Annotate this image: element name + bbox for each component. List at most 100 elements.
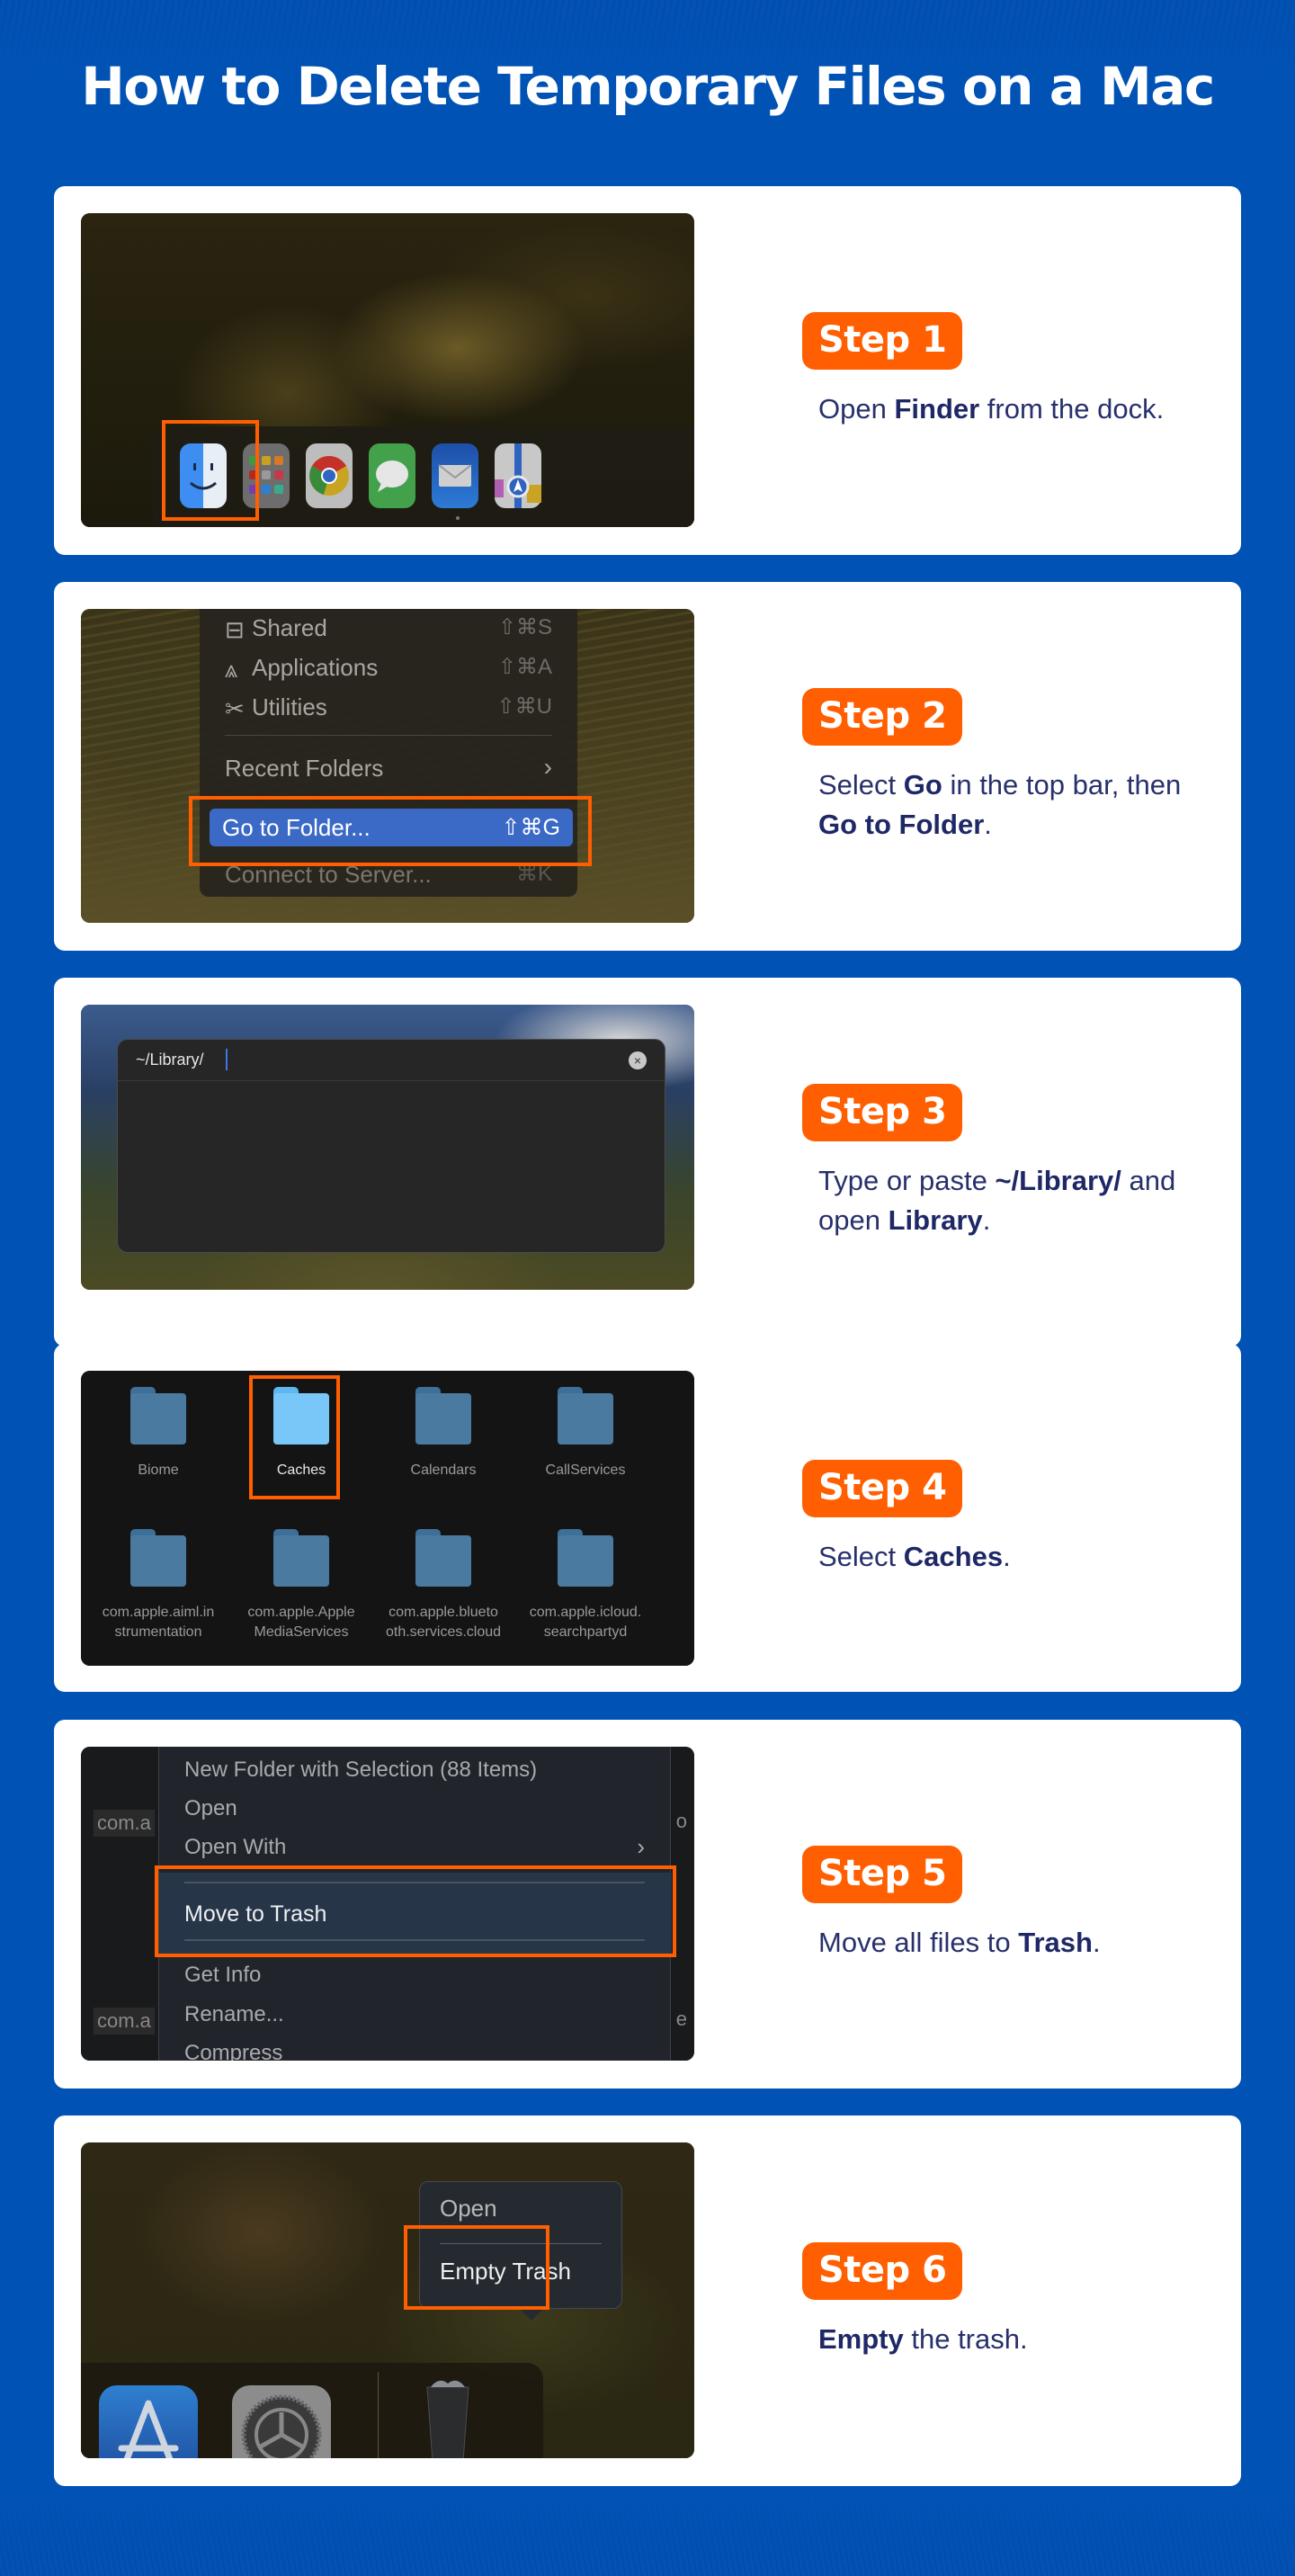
- highlight-box: [155, 1865, 676, 1957]
- trash-icon[interactable]: [425, 2376, 470, 2458]
- dock: [81, 2363, 543, 2458]
- background-texture-bottom: [0, 2495, 1295, 2576]
- popup-pointer: [519, 2308, 544, 2321]
- emphasis-text: Library: [888, 1204, 983, 1236]
- description-text: .: [982, 1204, 991, 1236]
- step-5-info: Step 5 Move all files to Trash.: [748, 1720, 1216, 2089]
- menu-item-rename[interactable]: Rename...: [184, 2002, 284, 2027]
- background-file-label: e: [675, 2008, 687, 2030]
- maps-icon[interactable]: [495, 443, 541, 508]
- description-text: .: [1092, 1927, 1101, 1958]
- step-badge: Step 2: [802, 688, 963, 746]
- menu-item-new-folder-with-selection[interactable]: New Folder with Selection (88 Items): [184, 1758, 537, 1783]
- path-input[interactable]: ~/Library/ ×: [118, 1040, 665, 1081]
- description-text: Select: [818, 769, 904, 801]
- chevron-right-icon: ›: [543, 753, 552, 781]
- description-text: Select: [818, 1540, 904, 1572]
- menu-item-open[interactable]: Open: [184, 1796, 237, 1821]
- emphasis-text: Trash: [1018, 1927, 1093, 1958]
- emphasis-text: Empty: [818, 2323, 904, 2355]
- menu-item-get-info[interactable]: Get Info: [184, 1963, 261, 1988]
- folder-icon[interactable]: [130, 1387, 186, 1445]
- go-to-folder-dialog: ~/Library/ ×: [117, 1039, 665, 1253]
- messages-icon[interactable]: [369, 443, 415, 508]
- emphasis-text: Caches: [903, 1540, 1004, 1572]
- description-text: from the dock.: [979, 393, 1165, 425]
- chevron-right-icon: ›: [637, 1833, 645, 1860]
- folder-label[interactable]: Calendars: [380, 1461, 506, 1480]
- shortcut: ⇧⌘A: [497, 655, 552, 679]
- description-text: the trash.: [903, 2323, 1028, 2355]
- text-cursor: [226, 1049, 228, 1070]
- folder-label[interactable]: com.apple.aiml.in strumentation: [95, 1603, 221, 1642]
- folder-icon[interactable]: [558, 1387, 613, 1445]
- menu-item-open-with[interactable]: Open With: [184, 1835, 286, 1860]
- step-2-info: Step 2 Select Go in the top bar, then Go…: [748, 582, 1216, 951]
- folder-icon[interactable]: [415, 1529, 471, 1587]
- step-description: Select Caches.: [818, 1537, 1216, 1577]
- description-text: in the top bar, then: [942, 769, 1182, 801]
- folder-label[interactable]: com.apple.Apple MediaServices: [238, 1603, 364, 1642]
- step-badge: Step 5: [802, 1846, 963, 1903]
- step-card-5: com.a com.a o e Move to Trash New Folder…: [54, 1720, 1241, 2089]
- background-file-label: com.a: [94, 2008, 155, 2035]
- folder-label[interactable]: com.apple.icloud. searchpartyd: [522, 1603, 648, 1642]
- step-description: Type or paste ~/Library/ and open Librar…: [818, 1161, 1232, 1240]
- description-text: Move all files to: [818, 1927, 1019, 1958]
- step-1-info: Step 1 Open Finder from the dock.: [748, 186, 1216, 555]
- folder-label[interactable]: Biome: [95, 1461, 221, 1480]
- page-title: How to Delete Temporary Files on a Mac: [81, 56, 1215, 117]
- emphasis-text: Go to Folder: [818, 809, 985, 840]
- folder-icon[interactable]: [558, 1529, 613, 1587]
- step-3-screenshot: ~/Library/ ×: [81, 1005, 694, 1290]
- clear-icon[interactable]: ×: [629, 1051, 647, 1069]
- menu-item-shared[interactable]: Shared: [252, 614, 327, 642]
- background-file-label: o: [675, 1810, 687, 1832]
- utilities-icon: ✂: [225, 695, 245, 722]
- step-1-screenshot: [81, 213, 694, 527]
- shortcut: ⇧⌘S: [497, 615, 552, 640]
- highlight-box: [249, 1375, 340, 1499]
- step-description: Move all files to Trash.: [818, 1923, 1216, 1963]
- chrome-icon[interactable]: [306, 443, 353, 508]
- folder-label[interactable]: com.apple.blueto oth.services.cloud: [380, 1603, 506, 1642]
- step-6-info: Step 6 Empty the trash.: [748, 2115, 1216, 2486]
- menu-item-applications[interactable]: Applications: [252, 654, 378, 682]
- shortcut: ⇧⌘U: [496, 694, 552, 719]
- mail-icon[interactable]: [432, 443, 478, 508]
- folder-icon[interactable]: [273, 1529, 329, 1587]
- step-card-1: Step 1 Open Finder from the dock.: [54, 186, 1241, 555]
- step-card-2: ⊟ Shared ⇧⌘S ⩓ Applications ⇧⌘A ✂ Utilit…: [54, 582, 1241, 951]
- folder-label[interactable]: CallServices: [522, 1461, 648, 1480]
- app-store-icon[interactable]: [99, 2385, 198, 2458]
- highlight-box: [162, 420, 259, 521]
- step-badge: Step 1: [802, 312, 963, 370]
- step-4-info: Step 4 Select Caches.: [748, 1344, 1216, 1692]
- folder-icon[interactable]: [415, 1387, 471, 1445]
- emphasis-text: Go: [903, 769, 942, 801]
- description-text: .: [1003, 1540, 1011, 1572]
- menu-item-open[interactable]: Open: [440, 2195, 497, 2223]
- menu-item-recent-folders[interactable]: Recent Folders: [225, 755, 383, 783]
- step-description: Select Go in the top bar, then Go to Fol…: [818, 765, 1196, 845]
- folder-icon[interactable]: [130, 1529, 186, 1587]
- menu-separator: [225, 735, 552, 736]
- description-text: .: [984, 809, 992, 840]
- highlight-box: [189, 796, 592, 866]
- step-badge: Step 3: [802, 1084, 963, 1141]
- path-input-value: ~/Library/: [136, 1051, 204, 1069]
- step-card-4: Biome Caches Calendars CallServices com.appl…: [54, 1344, 1241, 1692]
- description-text: Open: [818, 393, 895, 425]
- emphasis-text: Finder: [894, 393, 980, 425]
- step-3-info: Step 3 Type or paste ~/Library/ and open…: [748, 978, 1216, 1346]
- menu-item-utilities[interactable]: Utilities: [252, 693, 327, 721]
- step-6-screenshot: Open Empty Trash: [81, 2142, 694, 2458]
- step-badge: Step 4: [802, 1459, 963, 1517]
- step-5-screenshot: com.a com.a o e Move to Trash New Folder…: [81, 1747, 694, 2061]
- menu-item-compress[interactable]: Compress: [184, 2041, 282, 2061]
- emphasis-text: ~/Library/: [995, 1165, 1121, 1196]
- highlight-box: [404, 2225, 549, 2310]
- step-2-screenshot: ⊟ Shared ⇧⌘S ⩓ Applications ⇧⌘A ✂ Utilit…: [81, 609, 694, 923]
- system-settings-icon[interactable]: [232, 2385, 331, 2458]
- description-text: Type or paste: [818, 1165, 996, 1196]
